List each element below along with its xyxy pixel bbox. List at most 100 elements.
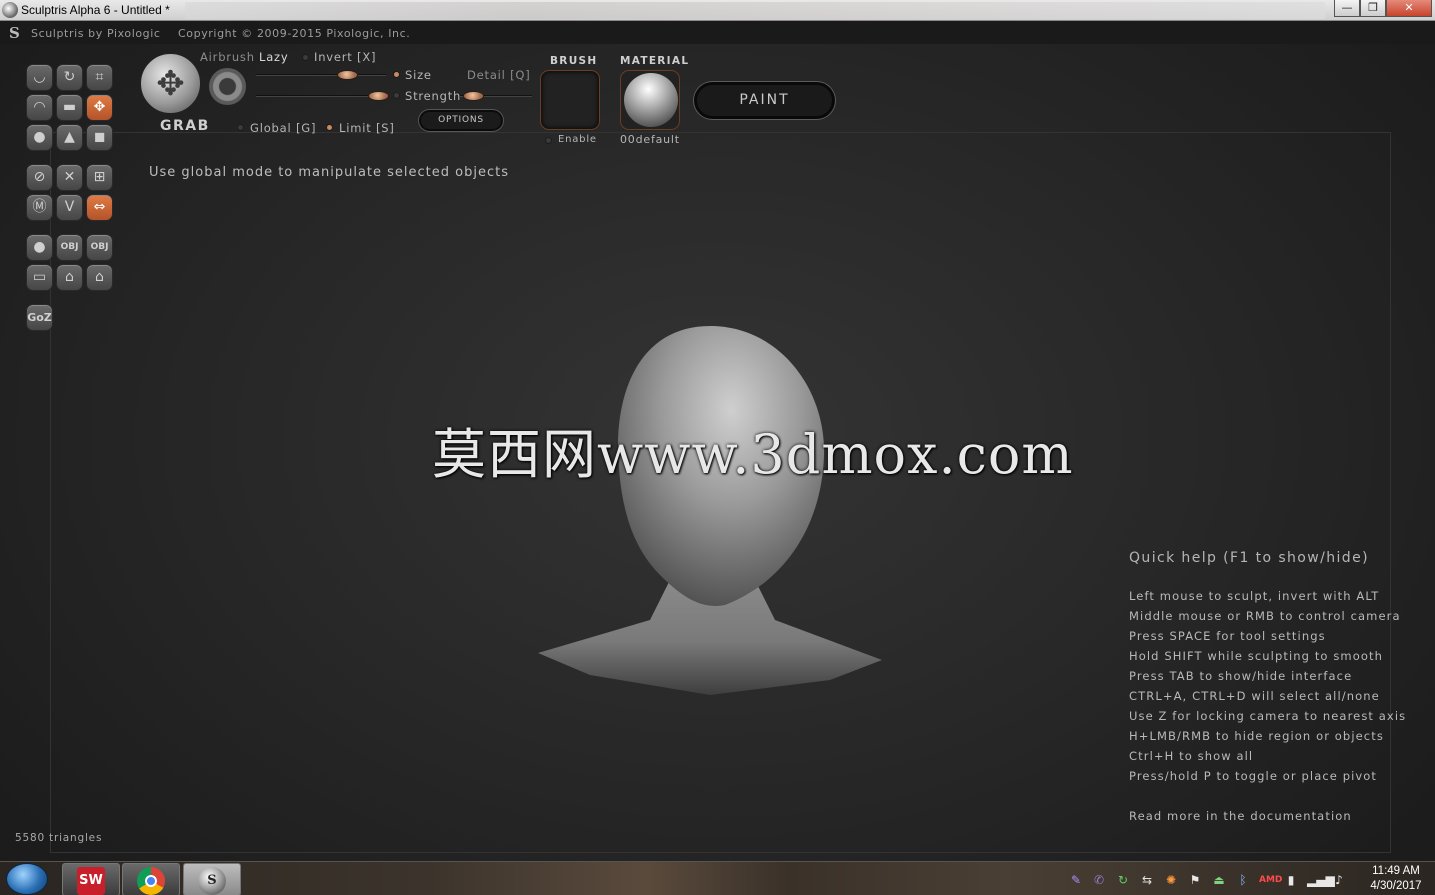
export-obj-icon[interactable]: OBJ [86, 234, 113, 261]
brush-enable-toggle[interactable] [545, 137, 552, 144]
start-button[interactable] [6, 863, 48, 895]
brush-enable-label: Enable [558, 134, 597, 145]
size-label: Size [405, 68, 432, 82]
quick-help-line: Hold SHIFT while sculpting to smooth [1129, 649, 1383, 663]
grab-icon: ✥ [140, 53, 201, 114]
head-model[interactable] [530, 320, 890, 705]
quick-help-line: Middle mouse or RMB to control camera [1129, 609, 1401, 623]
safely-remove-icon[interactable]: ⏏ [1211, 873, 1227, 887]
clock-time: 11:49 AM [1372, 865, 1420, 877]
smooth-icon[interactable]: ◼ [86, 124, 113, 151]
quick-help-title: Quick help (F1 to show/hide) [1129, 550, 1369, 566]
quick-help-line: Press TAB to show/hide interface [1129, 669, 1353, 683]
move-arrows-icon[interactable]: ⇔ [86, 194, 113, 221]
chrome-app[interactable] [122, 863, 180, 895]
strength-label: Strength [405, 89, 462, 103]
size-slider-track[interactable] [256, 95, 384, 97]
brand-label: Sculptris by Pixologic [31, 27, 161, 40]
clock-date: 4/30/2017 [1370, 880, 1422, 892]
sculptris-app-icon [2, 2, 18, 18]
paint-button[interactable]: PAINT [694, 82, 835, 119]
limit-label: Limit [S] [339, 121, 395, 135]
quick-help-line: Ctrl+H to show all [1129, 749, 1254, 763]
chrome-icon [137, 867, 165, 895]
brush-slot[interactable] [540, 70, 600, 130]
quick-help-line: Left mouse to sculpt, invert with ALT [1129, 589, 1380, 603]
reduce-icon[interactable]: ⊘ [26, 164, 53, 191]
global-toggle[interactable] [237, 124, 244, 131]
flag-icon[interactable]: ⚑ [1187, 873, 1203, 887]
close-button[interactable]: ✕ [1386, 0, 1432, 17]
brush-title: BRUSH [550, 55, 598, 67]
symmetry-icon[interactable]: ᐯ [56, 194, 83, 221]
open-icon[interactable]: ⌂ [56, 264, 83, 291]
airbrush-label: Airbrush [200, 50, 255, 64]
quick-help-line: Press SPACE for tool settings [1129, 629, 1326, 643]
window-titlebar: Sculptris Alpha 6 - Untitled * — ❐ ✕ [0, 0, 1435, 21]
sphere-icon[interactable]: ● [26, 234, 53, 261]
background-taskbar-ghost [185, 2, 1325, 19]
watermark-text: 莫西网www.3dmox.com [432, 423, 1074, 486]
pen-icon[interactable]: ✎ [1068, 873, 1084, 887]
viber-icon[interactable]: ✆ [1091, 873, 1107, 887]
invert-label: Invert [X] [314, 50, 377, 64]
material-title: MATERIAL [620, 55, 690, 67]
size-slider-knob[interactable] [367, 91, 389, 101]
material-name: 00default [620, 133, 680, 146]
scale-icon[interactable]: ✕ [56, 164, 83, 191]
sculptris-icon: S [198, 867, 226, 895]
minimize-button[interactable]: — [1334, 0, 1360, 17]
bluetooth-icon[interactable]: ᛒ [1235, 873, 1251, 887]
limit-toggle[interactable] [326, 124, 333, 131]
lazy-label: Lazy [259, 50, 289, 64]
save-icon[interactable]: ⌂ [86, 264, 113, 291]
goz-button[interactable]: GoZ [26, 304, 53, 331]
documentation-link[interactable]: Read more in the documentation [1129, 809, 1352, 823]
tool-hint-text: Use global mode to manipulate selected o… [149, 165, 509, 180]
amd-icon[interactable]: AMD [1259, 873, 1282, 887]
signal-icon[interactable]: ▂▄▆ [1307, 873, 1335, 887]
network-icon[interactable]: ⇆ [1139, 873, 1155, 887]
inflate-icon[interactable]: ◠ [26, 94, 53, 121]
plane-icon[interactable]: ▭ [26, 264, 53, 291]
quick-help-line: Use Z for locking camera to nearest axis [1129, 709, 1407, 723]
refresh-icon[interactable]: ↻ [1115, 873, 1131, 887]
import-obj-icon[interactable]: OBJ [56, 234, 83, 261]
material-preview-sphere [624, 73, 678, 127]
quick-help-line: Press/hold P to toggle or place pivot [1129, 769, 1378, 783]
battery-icon[interactable]: ▮ [1283, 873, 1299, 887]
sculptris-app[interactable]: S [183, 863, 241, 895]
solidworks-app[interactable]: SW [62, 863, 120, 895]
global-label: Global [G] [250, 121, 317, 135]
solidworks-icon: SW [77, 867, 105, 895]
flatten-icon[interactable]: ▬ [56, 94, 83, 121]
clock[interactable]: 11:49 AM 4/30/2017 [1361, 864, 1431, 894]
grab-tool-button[interactable]: ✥ [86, 94, 113, 121]
lazy-slider-track[interactable] [256, 74, 386, 76]
crease-icon[interactable]: ▲ [56, 124, 83, 151]
sculptris-logo-icon: S [9, 24, 21, 42]
pinch-icon[interactable]: ● [26, 124, 53, 151]
options-button[interactable]: OPTIONS [419, 110, 503, 131]
material-slot[interactable] [620, 70, 680, 130]
window-title: Sculptris Alpha 6 - Untitled * [21, 3, 170, 17]
mask-icon[interactable]: Ⓜ [26, 194, 53, 221]
app-header: S Sculptris by Pixologic Copyright © 200… [0, 22, 1435, 44]
current-tool-label: GRAB [160, 118, 210, 134]
size-toggle[interactable] [393, 71, 400, 78]
triangle-count: 5580 triangles [15, 832, 103, 844]
volume-icon[interactable]: ♪ [1331, 873, 1347, 887]
strength-toggle[interactable] [393, 92, 400, 99]
brush-tip-icon[interactable] [208, 67, 247, 106]
quick-help-line: H+LMB/RMB to hide region or objects [1129, 729, 1384, 743]
maximize-button[interactable]: ❐ [1360, 0, 1386, 17]
crop-icon[interactable]: ⌗ [86, 64, 113, 91]
draw-icon[interactable]: ◡ [26, 64, 53, 91]
strength-slider-knob[interactable] [462, 91, 484, 101]
rotate-icon[interactable]: ↻ [56, 64, 83, 91]
select-icon[interactable]: ⊞ [86, 164, 113, 191]
taskbar: SW S ✎ ✆ ↻ ⇆ ✺ ⚑ ⏏ ᛒ AMD ▮ ▂▄▆ ♪ [0, 861, 1435, 895]
lazy-slider-knob[interactable] [337, 70, 358, 80]
invert-toggle[interactable] [302, 54, 309, 61]
firefox-icon[interactable]: ✺ [1163, 873, 1179, 887]
